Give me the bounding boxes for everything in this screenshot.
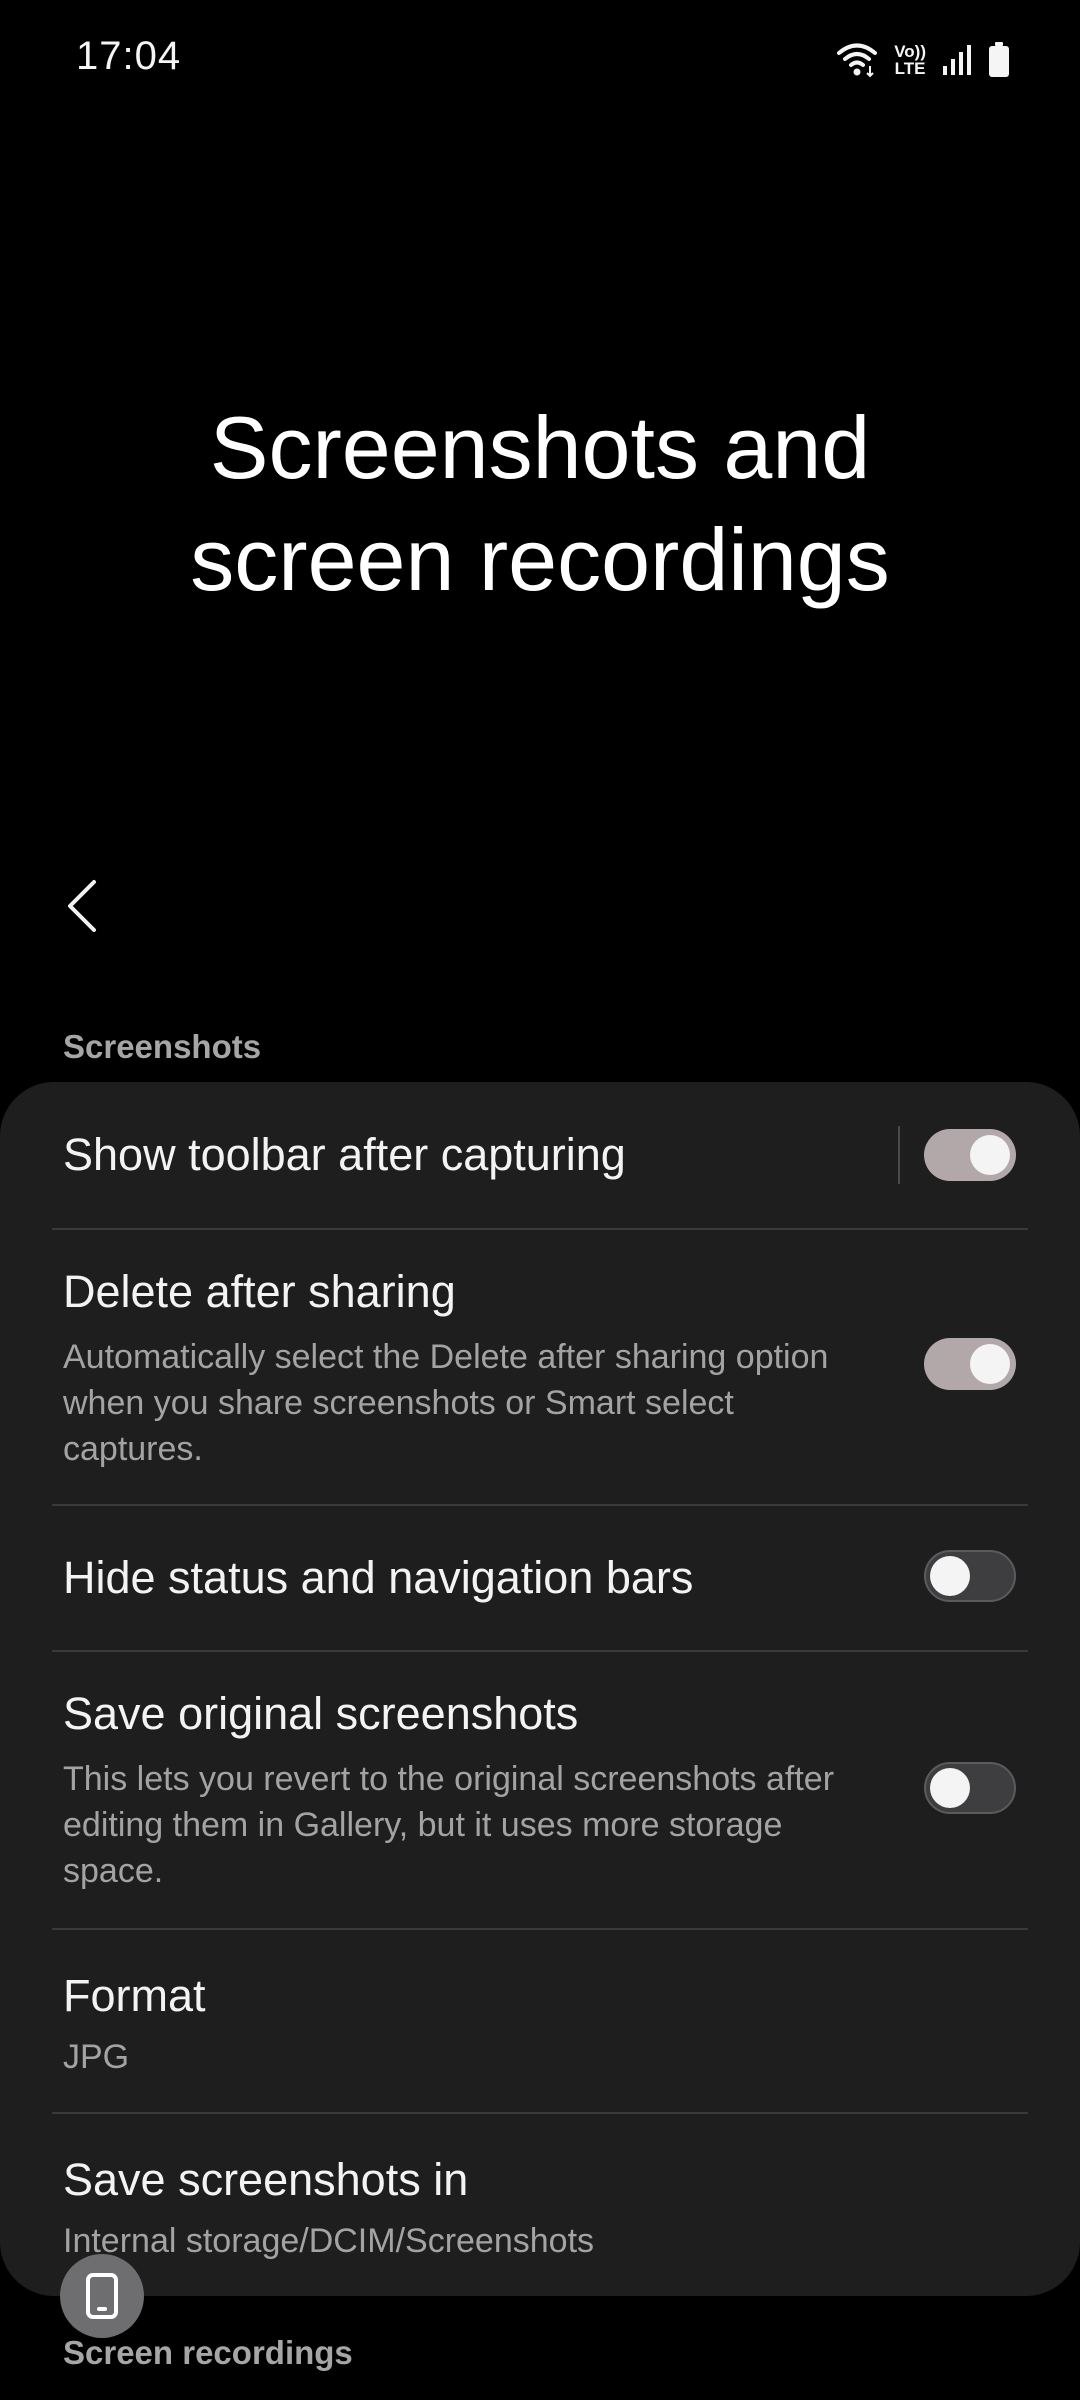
volte-bottom-label: LTE <box>894 59 926 78</box>
setting-row-save-original[interactable]: Save original screenshots This lets you … <box>0 1652 1080 1928</box>
row-separator <box>898 1126 900 1184</box>
volte-icon: Vo)) LTE <box>894 43 926 77</box>
setting-row-delete-after-sharing[interactable]: Delete after sharing Automatically selec… <box>0 1230 1080 1504</box>
status-icons: Vo)) LTE <box>836 38 1010 82</box>
chevron-left-icon <box>68 880 96 932</box>
save-original-toggle[interactable] <box>924 1762 1016 1814</box>
setting-subtitle: Automatically select the Delete after sh… <box>63 1338 829 1468</box>
toggle-knob <box>930 1556 970 1596</box>
status-time: 17:04 <box>76 34 182 78</box>
setting-title: Hide status and navigation bars <box>63 1552 694 1603</box>
setting-value: Internal storage/DCIM/Screenshots <box>63 2222 595 2260</box>
volte-top-label: Vo)) <box>894 42 926 61</box>
battery-icon <box>988 42 1010 78</box>
show-toolbar-toggle[interactable] <box>924 1129 1016 1181</box>
setting-row-save-location[interactable]: Save screenshots in Internal storage/DCI… <box>0 2114 1080 2296</box>
setting-row-hide-status-bars[interactable]: Hide status and navigation bars <box>0 1506 1080 1650</box>
section-header-screen-recordings: Screen recordings <box>63 2334 353 2371</box>
status-bar: 17:04 Vo)) LTE <box>0 0 1080 120</box>
wifi-icon <box>836 42 878 78</box>
toggle-knob <box>930 1768 970 1808</box>
setting-title: Show toolbar after capturing <box>63 1129 626 1180</box>
page-title-line-2: screen recordings <box>190 510 890 609</box>
settings-screen: 17:04 Vo)) LTE Screenshots and screen re… <box>0 0 1080 2400</box>
setting-title: Save original screenshots <box>63 1688 579 1739</box>
toggle-knob <box>970 1135 1010 1175</box>
setting-value: JPG <box>63 2038 130 2076</box>
delete-after-sharing-toggle[interactable] <box>924 1338 1016 1390</box>
setting-row-show-toolbar[interactable]: Show toolbar after capturing <box>0 1082 1080 1228</box>
setting-title: Format <box>63 1970 206 2021</box>
section-header-screenshots: Screenshots <box>63 1028 262 1065</box>
hide-status-bars-toggle[interactable] <box>924 1550 1016 1602</box>
back-button[interactable] <box>50 866 114 946</box>
page-title: Screenshots and screen recordings <box>0 392 1080 616</box>
setting-row-format[interactable]: Format JPG <box>0 1930 1080 2112</box>
page-title-line-1: Screenshots and <box>209 398 871 497</box>
toggle-knob <box>970 1344 1010 1384</box>
phone-icon <box>86 2273 118 2319</box>
screenshots-settings-card: Show toolbar after capturing Delete afte… <box>0 1082 1080 2296</box>
floating-phone-button[interactable] <box>60 2254 144 2338</box>
setting-title: Save screenshots in <box>63 2154 469 2205</box>
signal-icon <box>942 44 972 76</box>
setting-subtitle: This lets you revert to the original scr… <box>63 1760 835 1890</box>
setting-title: Delete after sharing <box>63 1266 456 1317</box>
